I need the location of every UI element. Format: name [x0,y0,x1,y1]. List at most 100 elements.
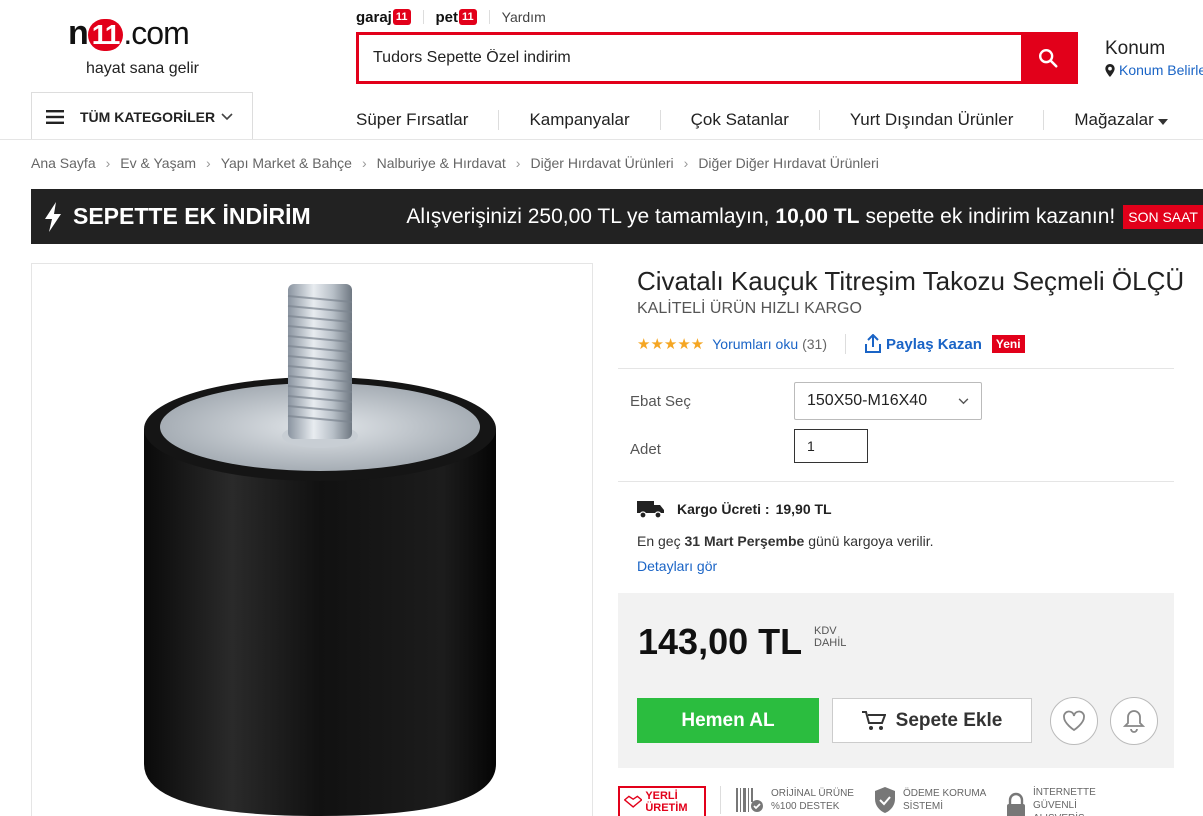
product-image[interactable] [31,263,593,816]
quantity-input[interactable] [794,429,868,463]
barcode-check-icon [736,788,763,812]
breadcrumb-item[interactable]: Ana Sayfa [31,155,96,171]
add-to-cart-button[interactable]: Sepete Ekle [832,698,1032,743]
chevron-down-icon [221,112,233,120]
nav-item-international[interactable]: Yurt Dışından Ürünler [850,110,1013,130]
price-alert-button[interactable] [1110,697,1158,745]
share-label: Paylaş Kazan [886,335,982,353]
nav-item-best-sellers[interactable]: Çok Satanlar [691,110,789,130]
product-photo [144,284,496,816]
garaj-badge: 11 [392,9,411,25]
shield-check-icon [875,787,895,813]
vat-note: KDV DAHİL [814,625,847,649]
pet-label: pet [435,8,459,26]
reviews-link[interactable]: Yorumları oku [712,336,798,352]
breadcrumb-item[interactable]: Diğer Hırdavat Ürünleri [530,155,673,171]
promo-text-after: sepette ek indirim kazanın! [865,204,1116,228]
cargo-fee: Kargo Ücreti : 19,90 TL [637,499,832,519]
rating-stars: ★★★★★ [637,336,705,353]
price-box: 143,00 TL KDV DAHİL Hemen AL Sepete Ekle [618,593,1174,768]
ship-prefix: En geç [637,533,681,549]
details-link[interactable]: Detayları gör [637,558,717,574]
rating-row: ★★★★★ Yorumları oku (31) Paylaş Kazan Ye… [637,334,1025,354]
nav-item-stores-label: Mağazalar [1074,110,1154,129]
trust-original-label: ORİJİNAL ÜRÜNE %100 DESTEK [771,788,854,812]
search-input[interactable] [359,35,1021,81]
trust-secure: İNTERNETTE GÜVENLİ ALIŞVERİŞ [1005,786,1125,816]
search-icon [1039,49,1058,68]
breadcrumb: Ana Sayfa › Ev & Yaşam › Yapı Market & B… [31,155,879,171]
lock-icon [1007,792,1025,816]
divider [618,368,1174,369]
shipping-date: En geç 31 Mart Perşembe günü kargoya ver… [637,533,934,549]
chevron-right-icon: › [206,155,211,171]
buy-now-button[interactable]: Hemen AL [637,698,819,743]
promo-badge: SON SAAT [1123,204,1203,229]
location-link[interactable]: Konum Belirle [1105,62,1203,78]
search-button[interactable] [1021,35,1075,81]
divider [618,481,1174,482]
promo-text: Alışverişinizi 250,00 TL ye tamamlayın, … [406,204,1203,229]
promo-banner[interactable]: SEPETTE EK İNDİRİM Alışverişinizi 250,00… [31,189,1203,244]
price: 143,00 TL [638,621,803,662]
chevron-right-icon: › [515,155,521,171]
chevron-right-icon: › [683,155,689,171]
size-select[interactable]: 150X50-M16X40 [794,382,982,420]
new-badge: Yeni [991,335,1025,353]
chevron-down-icon [958,397,969,404]
favorite-button[interactable] [1050,697,1098,745]
sublinks: garaj 11 pet 11 Yardım [356,6,546,28]
truck-icon [637,501,664,519]
header-border [0,139,1203,140]
location-subtitle: Konum Belirle [1119,62,1203,78]
chevron-right-icon: › [361,155,367,171]
trust-original: ORİJİNAL ÜRÜNE %100 DESTEK [735,786,863,814]
all-categories-button[interactable]: TÜM KATEGORİLER [31,92,253,140]
promo-text-before: Alışverişinizi 250,00 TL ye tamamlayın, [406,204,770,228]
trust-payment: ÖDEME KORUMA SİSTEMİ [873,786,995,814]
divider [720,786,721,814]
menu-icon [46,109,64,124]
cargo-label: Kargo Ücreti : [677,501,770,517]
nav-item-campaigns[interactable]: Kampanyalar [529,110,629,130]
logo[interactable]: n 11 .com hayat sana gelir [68,8,228,80]
pet-link[interactable]: pet 11 [436,9,477,26]
local-production-label: YERLİ ÜRETİM [645,790,688,814]
bell-icon [1123,710,1145,733]
divider [818,110,820,130]
cargo-value: 19,90 TL [775,501,832,517]
share-icon [865,334,882,353]
garaj-label: garaj [356,8,392,26]
breadcrumb-item[interactable]: Ev & Yaşam [120,155,196,171]
breadcrumb-item[interactable]: Nalburiye & Hırdavat [377,155,506,171]
product-title: Civatalı Kauçuk Titreşim Takozu Seçmeli … [637,266,1185,296]
local-production-badge: YERLİ ÜRETİM [618,786,706,816]
quantity-label: Adet [630,441,661,458]
size-select-value: 150X50-M16X40 [807,392,928,409]
search-bar [356,32,1078,84]
trust-payment-label: ÖDEME KORUMA SİSTEMİ [903,788,986,812]
location-title: Konum [1105,38,1166,59]
trust-secure-label: İNTERNETTE GÜVENLİ ALIŞVERİŞ [1033,787,1096,816]
size-label: Ebat Seç [630,393,691,410]
trust-badges: YERLİ ÜRETİM ORİJİNAL ÜRÜNE %100 DESTEK … [618,786,1203,816]
breadcrumb-item[interactable]: Diğer Diğer Hırdavat Ürünleri [698,155,879,171]
divider [422,10,424,24]
divider [1043,110,1045,130]
breadcrumb-item[interactable]: Yapı Market & Bahçe [221,155,352,171]
promo-title: SEPETTE EK İNDİRİM [73,203,311,229]
divider [659,110,661,130]
garaj-link[interactable]: garaj 11 [356,9,411,26]
ship-suffix: günü kargoya verilir. [808,533,934,549]
pet-badge: 11 [459,9,477,25]
share-button[interactable]: Paylaş Kazan [864,334,982,354]
divider [488,10,490,24]
location-selector[interactable]: Konum Konum Belirle [1105,38,1203,78]
all-categories-label: TÜM KATEGORİLER [80,108,216,125]
logo-mark: n 11 .com [68,14,190,52]
nav-item-stores[interactable]: Mağazalar [1074,110,1169,130]
main-nav: Süper Fırsatlar Kampanyalar Çok Satanlar… [356,108,1169,132]
tagline: hayat sana gelir [86,60,199,77]
help-link[interactable]: Yardım [502,9,546,25]
nav-item-super-deals[interactable]: Süper Fırsatlar [356,110,468,130]
